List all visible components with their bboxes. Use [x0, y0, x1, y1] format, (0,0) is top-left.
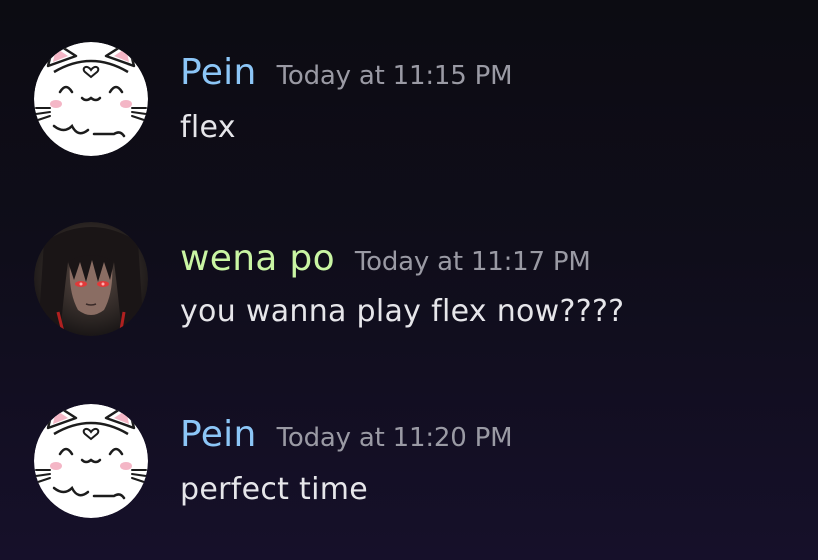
dark-anime-girl-avatar-icon[interactable]: [34, 222, 148, 336]
message-header: Pein Today at 11:20 PM: [180, 414, 513, 455]
message-content: you wanna play flex now????: [180, 294, 625, 329]
chat-message-list: Pein Today at 11:15 PM flex wena po Toda…: [0, 0, 818, 560]
username[interactable]: wena po: [180, 238, 335, 279]
username[interactable]: Pein: [180, 52, 257, 93]
message-timestamp: Today at 11:15 PM: [276, 61, 513, 91]
chat-message: Pein Today at 11:15 PM flex: [0, 38, 818, 168]
message-timestamp: Today at 11:17 PM: [354, 247, 591, 277]
message-timestamp: Today at 11:20 PM: [276, 423, 513, 453]
username[interactable]: Pein: [180, 414, 257, 455]
message-header: Pein Today at 11:15 PM: [180, 52, 513, 93]
chat-message: Pein Today at 11:20 PM perfect time: [0, 400, 818, 530]
message-header: wena po Today at 11:17 PM: [180, 238, 591, 279]
message-content: perfect time: [180, 472, 369, 507]
white-cat-avatar-icon[interactable]: [34, 42, 148, 156]
white-cat-avatar-icon[interactable]: [34, 404, 148, 518]
message-content: flex: [180, 110, 236, 145]
chat-message: wena po Today at 11:17 PM you wanna play …: [0, 218, 818, 348]
